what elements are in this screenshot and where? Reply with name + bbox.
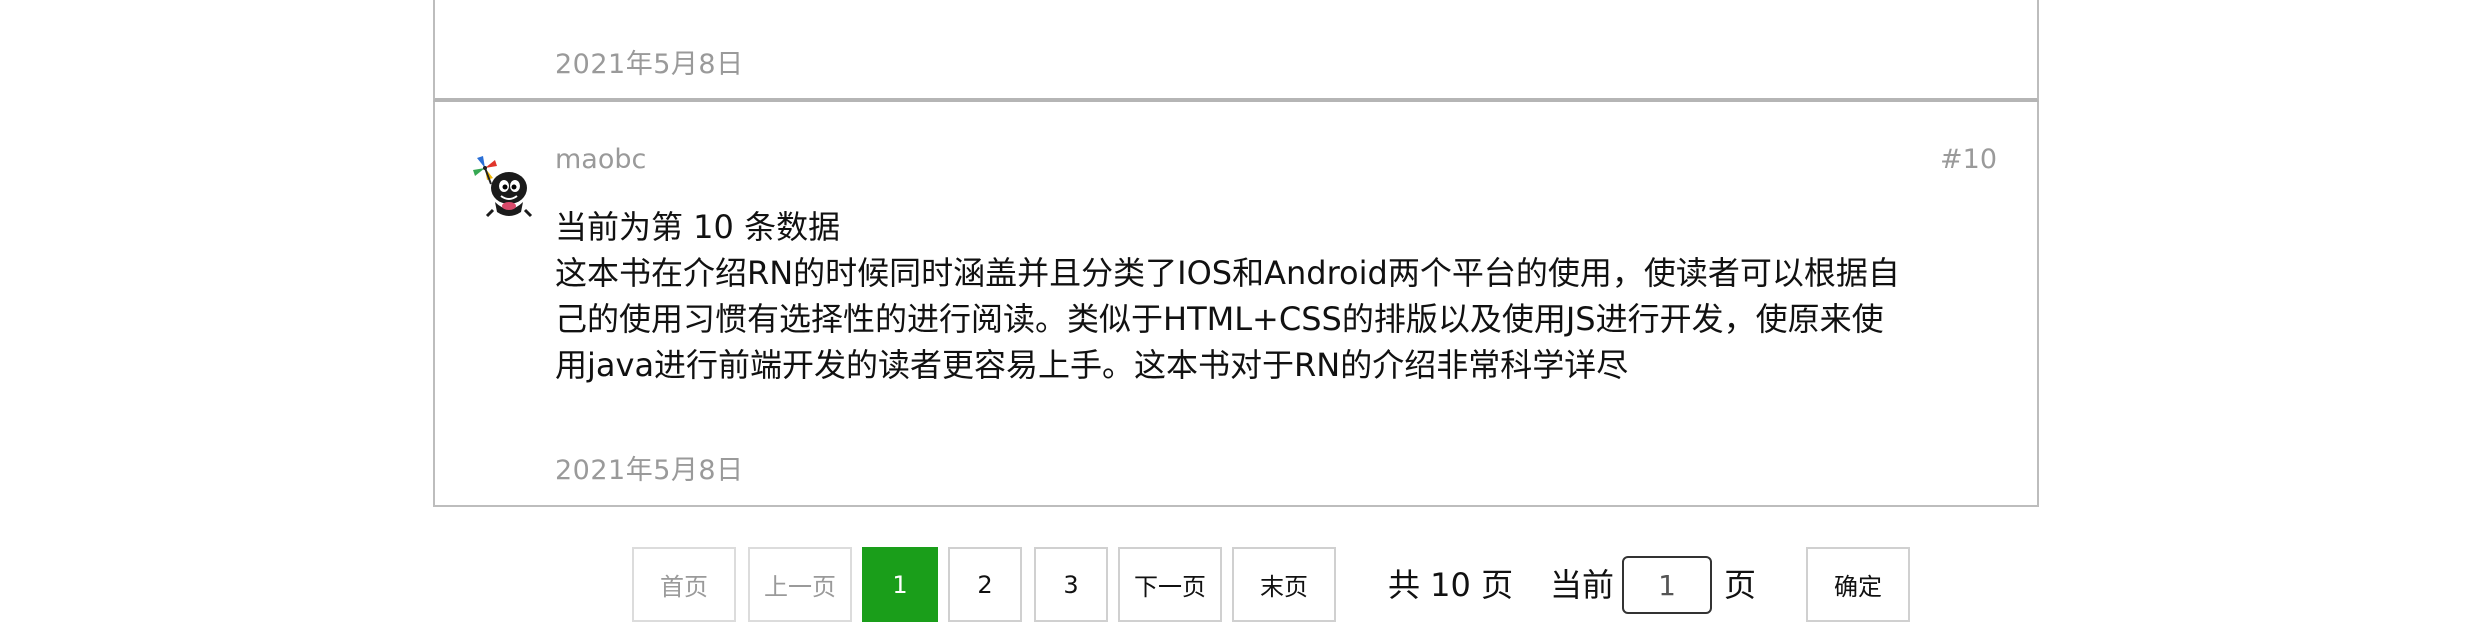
comment-floor-number: #10 <box>1940 144 1997 175</box>
avatar[interactable] <box>471 154 535 222</box>
current-page-prefix: 当前 <box>1550 566 1615 604</box>
next-page-button[interactable]: 下一页 <box>1118 547 1222 622</box>
page-button-3[interactable]: 3 <box>1034 547 1108 622</box>
previous-comment-card: 2021年5月8日 <box>433 0 2039 102</box>
comment-content: 当前为第 10 条数据 这本书在介绍RN的时候同时涵盖并且分类了IOS和Andr… <box>555 204 1915 388</box>
comment-date: 2021年5月8日 <box>555 49 744 80</box>
comment-content-line: 用java进行前端开发的读者更容易上手。这本书对于RN的介绍非常科学详尽 <box>555 346 1629 384</box>
current-page-suffix: 页 <box>1724 566 1757 604</box>
comment-content-line: 己的使用习惯有选择性的进行阅读。类似于HTML+CSS的排版以及使用JS进行开发… <box>555 300 1884 338</box>
page-number-input[interactable] <box>1622 556 1712 614</box>
last-page-button[interactable]: 末页 <box>1232 547 1336 622</box>
first-page-button[interactable]: 首页 <box>632 547 736 622</box>
comment-username[interactable]: maobc <box>555 144 646 175</box>
page-button-1[interactable]: 1 <box>862 547 938 622</box>
cartoon-creature-avatar-icon <box>473 156 533 218</box>
confirm-button[interactable]: 确定 <box>1806 547 1910 622</box>
comment-card: maobc #10 当前为第 10 条数据 这本书在介绍RN的时候同时涵盖并且分… <box>433 102 2039 507</box>
comment-date: 2021年5月8日 <box>555 455 744 486</box>
page-button-2[interactable]: 2 <box>948 547 1022 622</box>
prev-page-button[interactable]: 上一页 <box>748 547 852 622</box>
comment-content-line: 这本书在介绍RN的时候同时涵盖并且分类了IOS和Android两个平台的使用，使… <box>555 254 1900 292</box>
total-pages-text: 共 10 页 <box>1388 566 1514 604</box>
comment-content-line: 当前为第 10 条数据 <box>555 208 841 246</box>
